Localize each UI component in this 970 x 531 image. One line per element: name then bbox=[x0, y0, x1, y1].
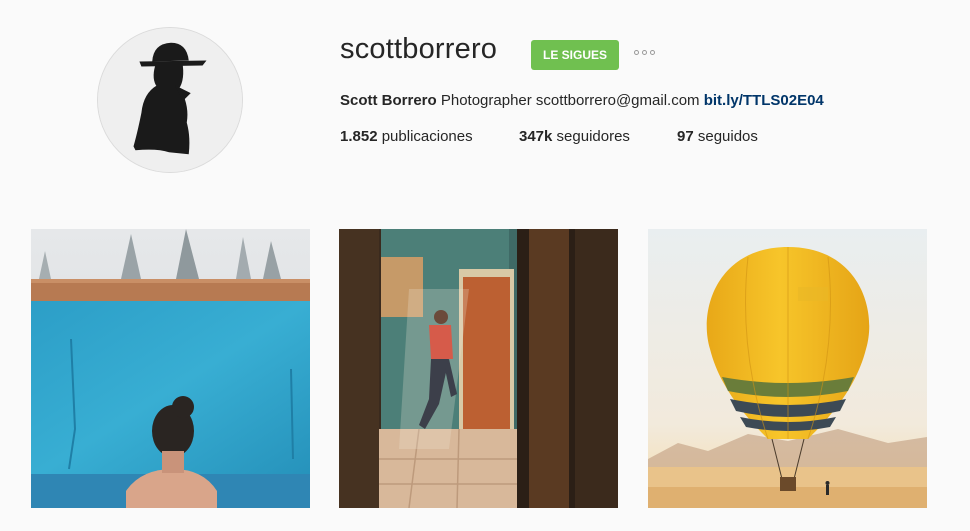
following-label: seguidos bbox=[697, 128, 758, 145]
posts-label: publicaciones bbox=[381, 128, 473, 145]
more-dot bbox=[642, 50, 647, 55]
profile-avatar[interactable] bbox=[97, 27, 243, 173]
post-thumbnail[interactable] bbox=[31, 229, 310, 508]
bio-link[interactable]: bit.ly/TTLS02E04 bbox=[704, 92, 824, 109]
following-count: 97 bbox=[677, 128, 694, 145]
more-options-icon[interactable] bbox=[634, 50, 655, 55]
followers-count: 347k bbox=[519, 128, 553, 145]
bio-text: Photographer scottborrero@gmail.com bbox=[440, 92, 700, 109]
profile-full-name: Scott Borrero bbox=[340, 92, 437, 109]
post-image-pool bbox=[31, 229, 310, 508]
profile-username: scottborrero bbox=[340, 33, 498, 65]
profile-bio: Scott Borrero Photographer scottborrero@… bbox=[340, 92, 824, 109]
avatar-silhouette bbox=[98, 28, 242, 172]
post-image-balloon bbox=[648, 229, 927, 508]
followers-label: seguidores bbox=[556, 128, 630, 145]
post-image-window bbox=[339, 229, 618, 508]
more-dot bbox=[650, 50, 655, 55]
following-stat[interactable]: 97 seguidos bbox=[677, 128, 758, 145]
following-button[interactable]: LE SIGUES bbox=[531, 40, 619, 70]
posts-count: 1.852 bbox=[340, 128, 378, 145]
posts-stat: 1.852 publicaciones bbox=[340, 128, 473, 145]
followers-stat[interactable]: 347k seguidores bbox=[519, 128, 630, 145]
post-thumbnail[interactable] bbox=[339, 229, 618, 508]
more-dot bbox=[634, 50, 639, 55]
post-thumbnail[interactable] bbox=[648, 229, 927, 508]
